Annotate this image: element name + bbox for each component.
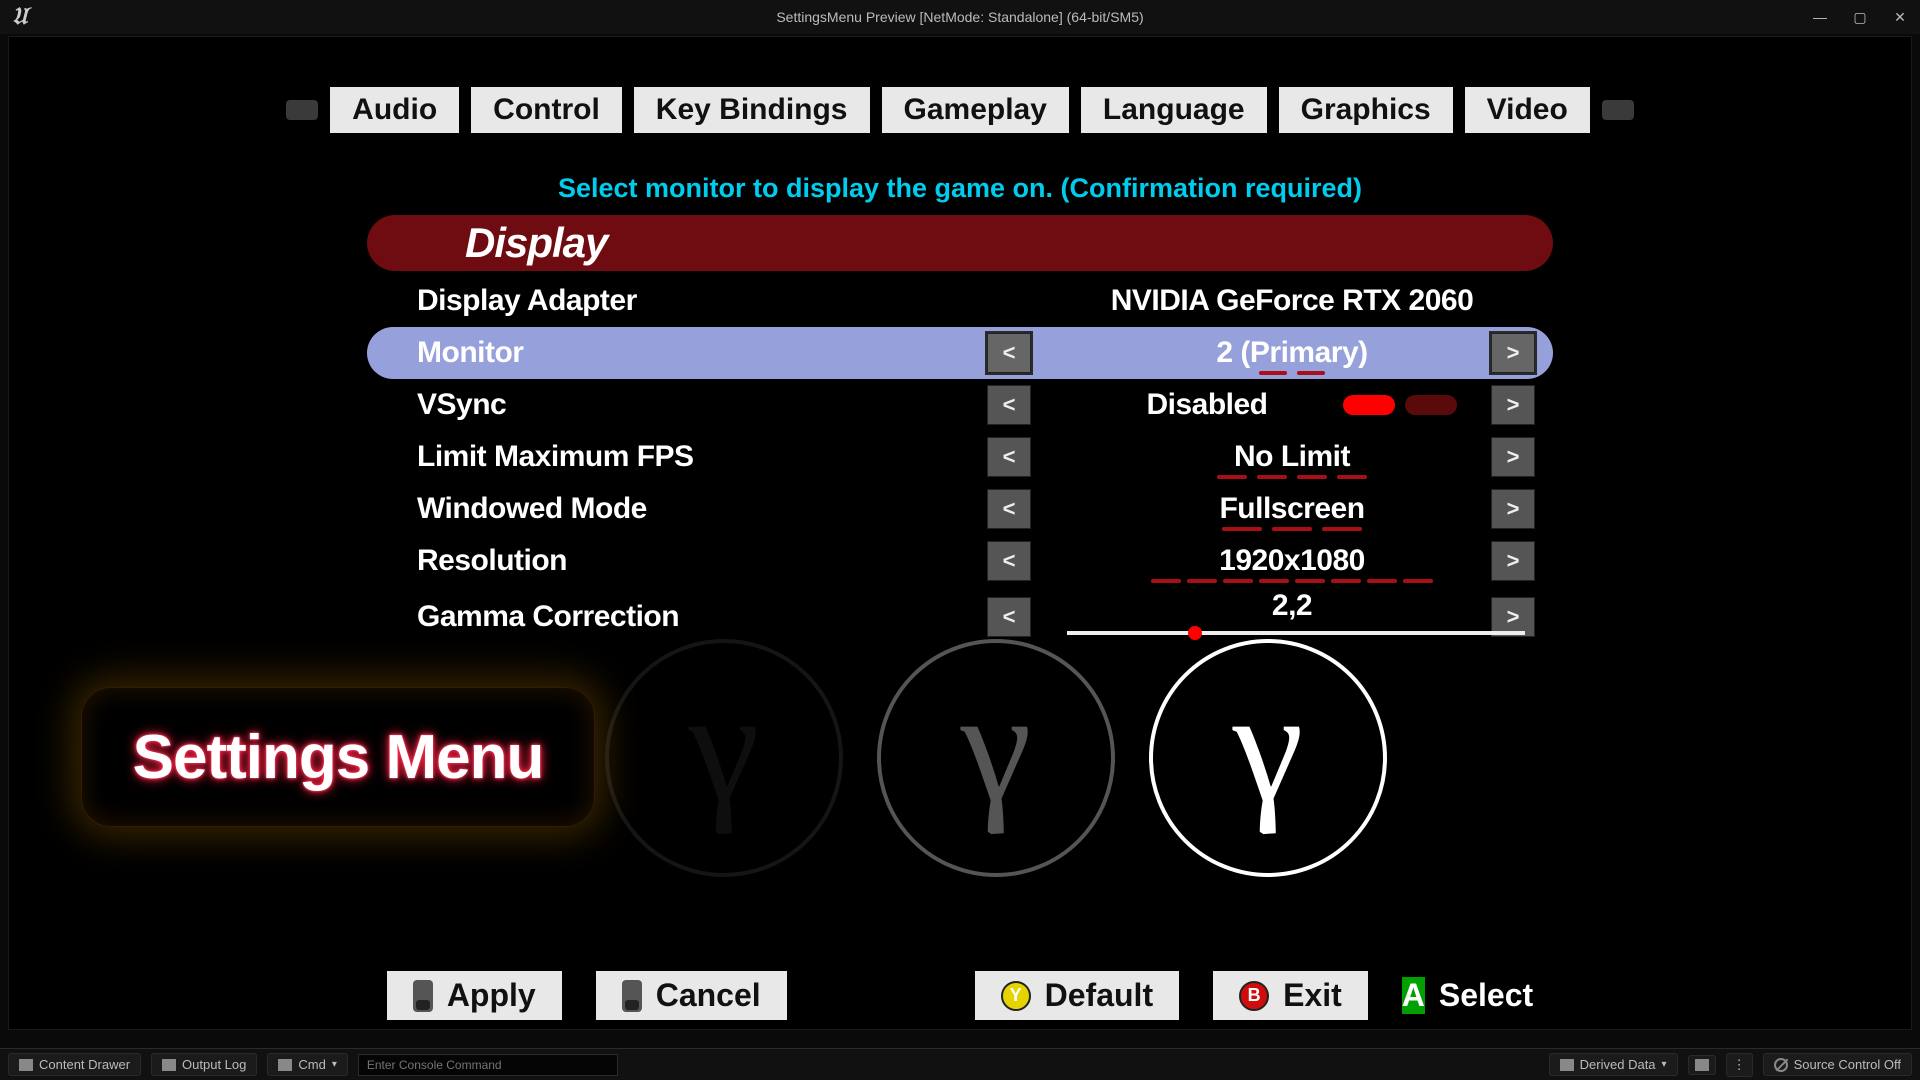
gamma-prev-button[interactable]: < [987,597,1031,637]
content-drawer-button[interactable]: Content Drawer [8,1053,141,1076]
label-gamma: Gamma Correction [417,600,679,634]
row-vsync[interactable]: VSync < Disabled > [367,379,1553,431]
mouse-left-icon [413,980,433,1012]
settings-menu-badge: Settings Menu [81,687,595,827]
window-titlebar: 𝔘 SettingsMenu Preview [NetMode: Standal… [0,0,1920,34]
unreal-logo-icon: 𝔘 [12,0,27,34]
maximize-button[interactable]: ▢ [1840,0,1880,34]
settings-tabbar: Audio Control Key Bindings Gameplay Lang… [9,87,1911,133]
settings-rows: Display Adapter NVIDIA GeForce RTX 2060 … [367,275,1553,647]
cmd-mode-button[interactable]: Cmd ▾ [267,1053,347,1076]
gamma-preview-dark-icon: γ [605,639,843,877]
gamma-slider-knob[interactable] [1188,626,1202,640]
label-fps-limit: Limit Maximum FPS [417,440,694,474]
tab-audio[interactable]: Audio [330,87,459,133]
exit-button[interactable]: BExit [1213,971,1368,1020]
source-control-button[interactable]: Source Control Off [1763,1053,1912,1076]
window-title: SettingsMenu Preview [NetMode: Standalon… [776,9,1143,25]
game-viewport: Audio Control Key Bindings Gameplay Lang… [8,36,1912,1030]
value-fps-limit: No Limit [1057,440,1527,474]
output-log-button[interactable]: Output Log [151,1053,257,1076]
tab-graphics[interactable]: Graphics [1279,87,1453,133]
label-windowed-mode: Windowed Mode [417,492,647,526]
drawer-icon [19,1059,33,1071]
disabled-icon [1774,1058,1788,1072]
monitor-prev-button[interactable]: < [987,333,1031,373]
value-resolution: 1920x1080 [1057,544,1527,578]
row-monitor[interactable]: Monitor < 2 (Primary) > [367,327,1553,379]
value-monitor: 2 (Primary) [1057,336,1527,370]
settings-menu-badge-text: Settings Menu [133,722,544,793]
mouse-right-icon [622,980,642,1012]
stats-icon [1695,1059,1709,1071]
tab-video[interactable]: Video [1465,87,1590,133]
gamma-preview-bright-icon: γ [1149,639,1387,877]
setting-description: Select monitor to display the game on. (… [9,173,1911,204]
gamma-preview-mid-icon: γ [877,639,1115,877]
default-button[interactable]: YDefault [975,971,1179,1020]
stats-button[interactable] [1688,1055,1716,1075]
vsync-toggle-indicator [1333,395,1457,420]
log-icon [162,1059,176,1071]
data-icon [1560,1059,1574,1071]
tab-language[interactable]: Language [1081,87,1267,133]
res-option-dots [1057,579,1527,583]
window-option-dots [1057,527,1527,531]
derived-data-button[interactable]: Derived Data ▾ [1549,1053,1678,1076]
value-windowed-mode: Fullscreen [1057,492,1527,526]
window-prev-button[interactable]: < [987,489,1031,529]
window-next-button[interactable]: > [1491,489,1535,529]
more-button[interactable]: ⋮ [1726,1053,1753,1077]
console-command-input[interactable] [358,1054,618,1076]
value-gamma: 2,2 [1057,589,1527,623]
row-resolution[interactable]: Resolution < 1920x1080 > [367,535,1553,587]
section-title: Display [465,219,607,267]
label-display-adapter: Display Adapter [417,284,637,318]
label-monitor: Monitor [417,336,523,370]
value-display-adapter: NVIDIA GeForce RTX 2060 [1057,284,1527,318]
fps-prev-button[interactable]: < [987,437,1031,477]
label-resolution: Resolution [417,544,567,578]
gamma-slider[interactable] [1067,631,1525,635]
cancel-button[interactable]: Cancel [596,971,787,1020]
select-hint: ASelect [1402,977,1533,1014]
minimize-button[interactable]: — [1800,0,1840,34]
row-display-adapter: Display Adapter NVIDIA GeForce RTX 2060 [367,275,1553,327]
row-gamma[interactable]: Gamma Correction < 2,2 > [367,587,1553,647]
rb-bumper-icon [1602,100,1634,120]
monitor-next-button[interactable]: > [1491,333,1535,373]
a-button-icon: A [1402,977,1425,1014]
gamma-preview: γ γ γ [605,639,1387,877]
monitor-option-dots [1057,371,1527,375]
section-header-display: Display [367,215,1553,271]
tab-keybindings[interactable]: Key Bindings [634,87,870,133]
apply-button[interactable]: Apply [387,971,562,1020]
res-prev-button[interactable]: < [987,541,1031,581]
editor-statusbar: Content Drawer Output Log Cmd ▾ Derived … [0,1048,1920,1080]
tab-control[interactable]: Control [471,87,622,133]
lb-bumper-icon [286,100,318,120]
fps-next-button[interactable]: > [1491,437,1535,477]
cmd-icon [278,1059,292,1071]
action-footer: Apply Cancel YDefault BExit ASelect [9,971,1911,1020]
label-vsync: VSync [417,388,506,422]
vsync-next-button[interactable]: > [1491,385,1535,425]
fps-option-dots [1057,475,1527,479]
y-button-icon: Y [1001,981,1031,1011]
res-next-button[interactable]: > [1491,541,1535,581]
tab-gameplay[interactable]: Gameplay [882,87,1069,133]
close-button[interactable]: ✕ [1880,0,1920,34]
row-windowed-mode[interactable]: Windowed Mode < Fullscreen > [367,483,1553,535]
b-button-icon: B [1239,981,1269,1011]
row-fps-limit[interactable]: Limit Maximum FPS < No Limit > [367,431,1553,483]
